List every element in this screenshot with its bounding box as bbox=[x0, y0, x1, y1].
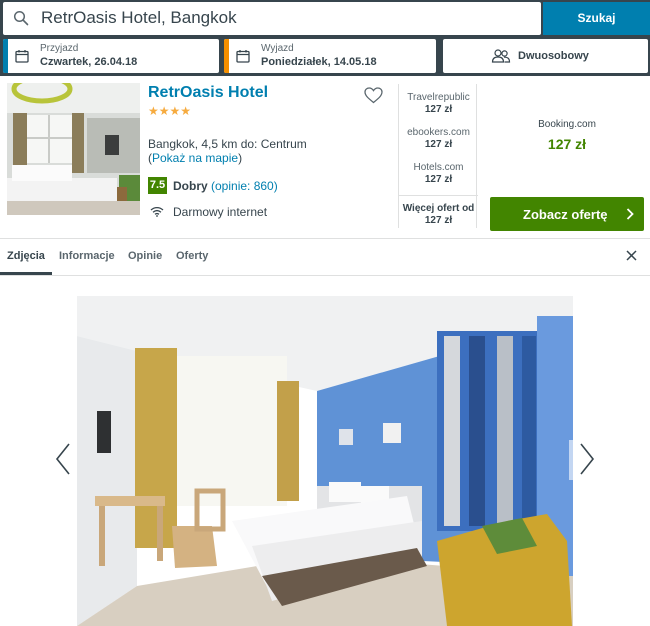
reviews-count-link[interactable]: (opinie: 860) bbox=[211, 179, 278, 193]
deal-site: ebookers.com bbox=[407, 127, 470, 138]
map-link-wrapper: (Pokaż na mapie) bbox=[148, 151, 243, 165]
wifi-icon bbox=[150, 206, 164, 217]
best-deal-price: 127 zł bbox=[547, 136, 587, 152]
hotel-room-thumbnail-image bbox=[7, 83, 140, 215]
room-type-selector[interactable]: Dwuosobowy bbox=[443, 39, 648, 73]
deal-site: Travelrepublic bbox=[407, 92, 470, 103]
tab-reviews[interactable]: Opinie bbox=[128, 250, 162, 262]
rating-score-badge: 7.5 bbox=[148, 177, 167, 194]
calendar-icon bbox=[15, 50, 29, 63]
search-input[interactable]: RetrOasis Hotel, Bangkok bbox=[3, 2, 541, 35]
more-offers-link[interactable]: Więcej ofert od 127 zł bbox=[399, 195, 478, 227]
checkout-label: Wyjazd bbox=[261, 43, 294, 54]
amenity-free-internet: Darmowy internet bbox=[173, 205, 268, 219]
date-selector-row: Przyjazd Czwartek, 26.04.18 Wyjazd Ponie… bbox=[0, 37, 650, 76]
search-button[interactable]: Szukaj bbox=[543, 2, 650, 35]
hotel-name-link[interactable]: RetrOasis Hotel bbox=[148, 84, 268, 102]
chevron-right-icon bbox=[626, 208, 634, 220]
deal-item[interactable]: ebookers.com 127 zł bbox=[399, 127, 478, 151]
gallery-previous-icon[interactable] bbox=[54, 442, 72, 476]
checkin-value: Czwartek, 26.04.18 bbox=[40, 56, 138, 68]
hotel-location: Bangkok, 4,5 km do: Centrum bbox=[148, 137, 307, 151]
checkin-accent-stripe bbox=[3, 39, 8, 73]
deal-item[interactable]: Hotels.com 127 zł bbox=[399, 162, 478, 186]
hotel-room-photo bbox=[77, 296, 573, 626]
tab-photos[interactable]: Zdjęcia bbox=[7, 250, 45, 262]
view-deal-label: Zobacz ofertę bbox=[523, 206, 608, 222]
deal-site: Hotels.com bbox=[413, 162, 464, 173]
checkout-accent-stripe bbox=[224, 39, 229, 73]
detail-tabs: Zdjęcia Informacje Opinie Oferty bbox=[0, 239, 650, 276]
search-icon bbox=[13, 10, 29, 26]
room-type-value: Dwuosobowy bbox=[518, 50, 589, 62]
view-deal-button[interactable]: Zobacz ofertę bbox=[490, 197, 644, 231]
search-header: RetrOasis Hotel, Bangkok Szukaj bbox=[0, 0, 650, 37]
deal-price: 127 zł bbox=[424, 139, 453, 150]
hotel-thumbnail[interactable] bbox=[7, 83, 140, 215]
gallery-next-icon[interactable] bbox=[578, 442, 596, 476]
rating-label: Dobry bbox=[173, 179, 208, 193]
deal-price: 127 zł bbox=[424, 104, 453, 115]
rating-summary: Dobry (opinie: 860) bbox=[173, 179, 278, 193]
hotel-star-rating: ★★★★ bbox=[148, 104, 192, 118]
tab-info[interactable]: Informacje bbox=[59, 250, 115, 262]
active-tab-indicator bbox=[0, 272, 52, 275]
checkin-label: Przyjazd bbox=[40, 43, 79, 54]
deal-price: 127 zł bbox=[424, 174, 453, 185]
deal-item[interactable]: Travelrepublic 127 zł bbox=[399, 92, 478, 116]
photo-gallery-main-image[interactable] bbox=[77, 296, 573, 626]
checkout-date-field[interactable]: Wyjazd Poniedziałek, 14.05.18 bbox=[224, 39, 436, 73]
best-deal-site: Booking.com bbox=[538, 119, 596, 130]
more-offers-label: Więcej ofert od bbox=[402, 203, 475, 214]
checkin-date-field[interactable]: Przyjazd Czwartek, 26.04.18 bbox=[3, 39, 219, 73]
search-query-text: RetrOasis Hotel, Bangkok bbox=[41, 8, 237, 27]
favorite-heart-icon[interactable] bbox=[364, 87, 383, 104]
checkout-value: Poniedziałek, 14.05.18 bbox=[261, 56, 377, 68]
more-offers-price: 127 zł bbox=[424, 215, 453, 226]
people-icon bbox=[491, 49, 511, 63]
hotel-card: RetrOasis Hotel ★★★★ Bangkok, 4,5 km do:… bbox=[0, 76, 650, 239]
show-on-map-link[interactable]: Pokaż na mapie bbox=[152, 151, 238, 165]
tab-offers[interactable]: Oferty bbox=[176, 250, 208, 262]
close-icon[interactable] bbox=[626, 250, 637, 261]
calendar-icon bbox=[236, 50, 250, 63]
alternative-deals-column: Travelrepublic 127 zł ebookers.com 127 z… bbox=[398, 84, 478, 228]
